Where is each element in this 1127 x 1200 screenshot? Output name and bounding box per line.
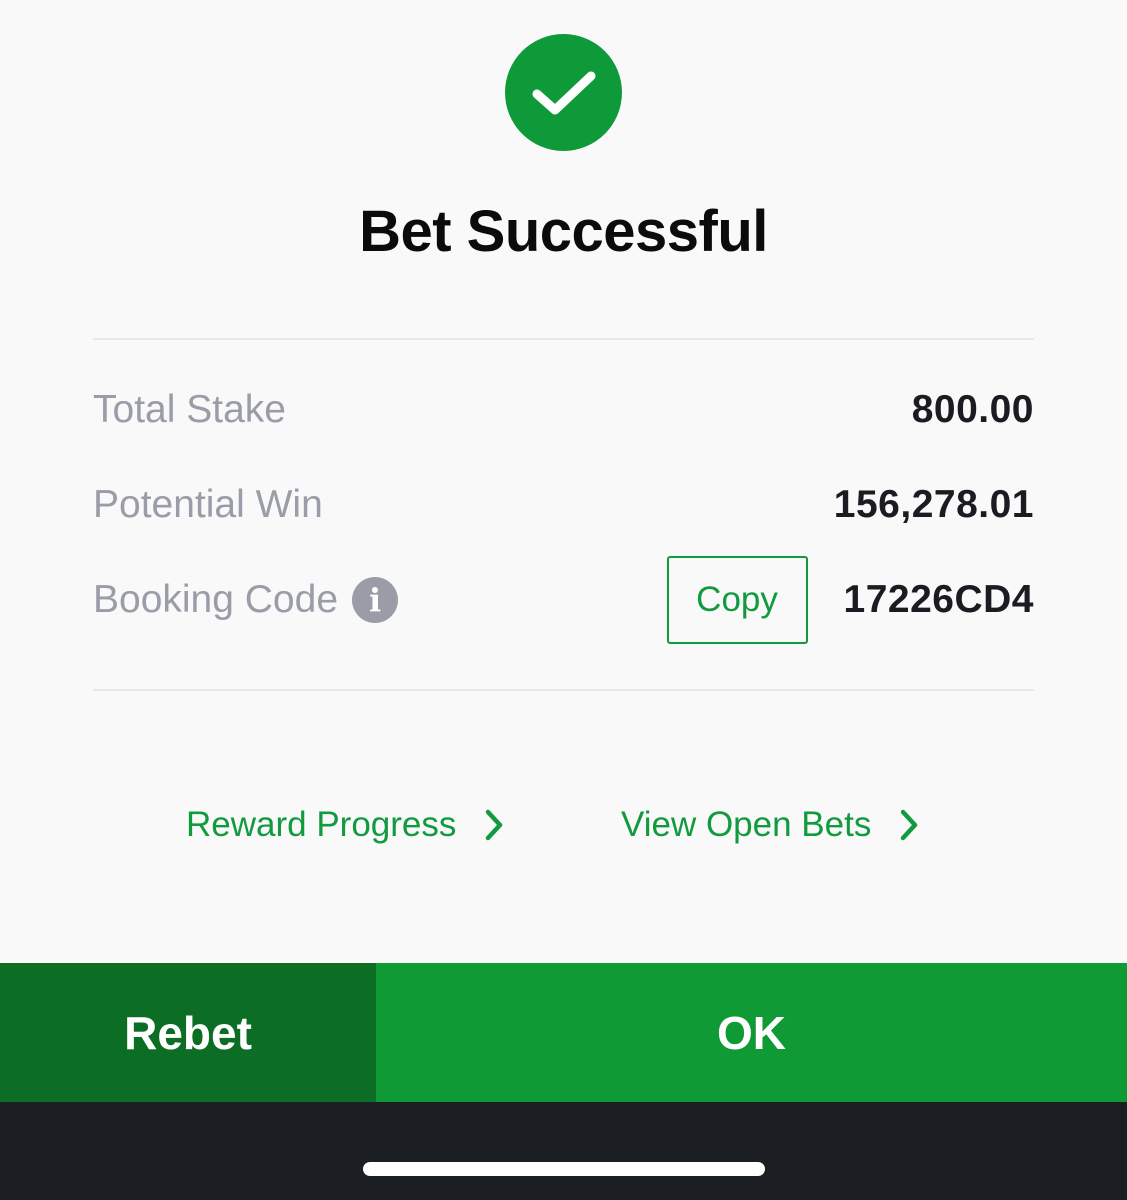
- chevron-right-icon: [899, 809, 919, 841]
- booking-code-label-group: Booking Code i: [93, 577, 399, 623]
- total-stake-label: Total Stake: [93, 388, 286, 431]
- potential-win-row: Potential Win 156,278.01: [93, 475, 1034, 535]
- view-open-bets-link[interactable]: View Open Bets: [621, 795, 919, 855]
- potential-win-label: Potential Win: [93, 483, 323, 526]
- page-title: Bet Successful: [359, 199, 768, 264]
- view-open-bets-label: View Open Bets: [621, 805, 872, 844]
- booking-code-row: Booking Code i Copy 17226CD4: [93, 556, 1034, 644]
- copy-button[interactable]: Copy: [666, 556, 808, 644]
- home-indicator[interactable]: [363, 1162, 765, 1176]
- divider: [93, 338, 1034, 340]
- divider: [93, 689, 1034, 691]
- info-icon[interactable]: i: [352, 577, 399, 623]
- reward-progress-label: Reward Progress: [186, 805, 457, 844]
- total-stake-row: Total Stake 800.00: [93, 380, 1034, 440]
- booking-code-value: 17226CD4: [843, 578, 1034, 621]
- reward-progress-link[interactable]: Reward Progress: [186, 795, 504, 855]
- action-bar: Rebet OK: [0, 963, 1127, 1102]
- booking-code-actions: Copy 17226CD4: [666, 556, 1034, 644]
- system-home-area: [0, 1102, 1127, 1200]
- bet-success-sheet: Bet Successful Total Stake 800.00 Potent…: [0, 0, 1127, 963]
- rebet-button[interactable]: Rebet: [0, 963, 376, 1102]
- quick-links: Reward Progress View Open Bets: [0, 795, 1127, 855]
- total-stake-value: 800.00: [911, 388, 1034, 431]
- checkmark-circle-icon: [505, 34, 622, 151]
- booking-code-label: Booking Code: [93, 578, 339, 621]
- ok-button[interactable]: OK: [376, 963, 1127, 1102]
- potential-win-value: 156,278.01: [833, 483, 1034, 526]
- chevron-right-icon: [484, 809, 504, 841]
